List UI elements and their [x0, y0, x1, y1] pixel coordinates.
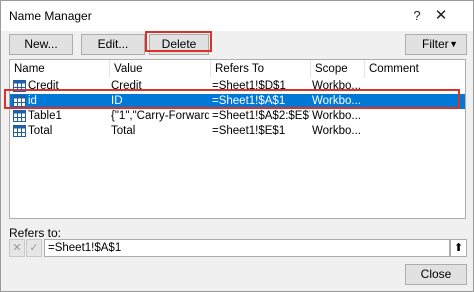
column-header-value[interactable]: Value	[110, 60, 211, 78]
title-bar: Name Manager ? ✕	[1, 1, 473, 31]
row-scope: Workbo...	[312, 110, 361, 122]
row-value: {"1","Carry-Forward"...	[111, 110, 209, 122]
row-scope: Workbo...	[312, 125, 361, 137]
column-header-name[interactable]: Name	[10, 60, 110, 78]
list-header: Name Value Refers To Scope Comment	[10, 60, 465, 78]
column-header-refers-to[interactable]: Refers To	[211, 60, 311, 78]
refers-to-bar: ✕ ✓ =Sheet1!$A$1 ⬆	[9, 239, 467, 257]
delete-button[interactable]: Delete	[149, 34, 209, 55]
names-list[interactable]: Name Value Refers To Scope Comment Credi…	[9, 59, 466, 219]
help-icon[interactable]: ?	[405, 5, 429, 27]
filter-button-label: Filter	[422, 37, 449, 51]
row-name: Credit	[28, 80, 59, 92]
new-button[interactable]: New...	[9, 34, 73, 55]
row-name: Table1	[28, 110, 62, 122]
cancel-icon[interactable]: ✕	[9, 239, 25, 257]
named-range-grid-icon	[13, 94, 27, 109]
filter-button[interactable]: Filter ▼	[405, 34, 467, 55]
row-value: Credit	[111, 80, 142, 92]
list-item[interactable]: id ID =Sheet1!$A$1 Workbo...	[10, 94, 465, 109]
column-header-scope[interactable]: Scope	[311, 60, 365, 78]
delete-button-label: Delete	[161, 37, 197, 51]
row-value: ID	[111, 95, 123, 107]
row-refers-to: =Sheet1!$E$1	[212, 125, 286, 137]
row-name: Total	[28, 125, 53, 137]
checkmark-icon[interactable]: ✓	[26, 239, 42, 257]
new-button-label: New...	[24, 37, 58, 51]
column-header-comment[interactable]: Comment	[365, 60, 465, 78]
row-refers-to: =Sheet1!$A$2:$E$7	[212, 110, 310, 122]
table-grid-icon	[13, 109, 27, 124]
refers-to-input[interactable]: =Sheet1!$A$1	[44, 239, 450, 257]
named-range-grid-icon	[13, 79, 27, 94]
edit-button[interactable]: Edit...	[81, 34, 145, 55]
list-item[interactable]: Table1 {"1","Carry-Forward"... =Sheet1!$…	[10, 109, 465, 124]
close-button-label: Close	[420, 267, 452, 281]
refers-to-label: Refers to:	[9, 226, 62, 240]
collapse-dialog-icon[interactable]: ⬆	[450, 239, 467, 257]
row-scope: Workbo...	[312, 80, 361, 92]
chevron-down-icon: ▼	[449, 39, 458, 49]
named-range-grid-icon	[13, 124, 27, 139]
close-button[interactable]: Close	[405, 264, 467, 285]
dialog-title: Name Manager	[9, 9, 92, 23]
row-name: id	[28, 95, 37, 107]
list-item[interactable]: Credit Credit =Sheet1!$D$1 Workbo...	[10, 79, 465, 94]
row-scope: Workbo...	[312, 95, 361, 107]
row-refers-to: =Sheet1!$A$1	[212, 95, 286, 107]
row-comment	[366, 94, 464, 109]
close-icon[interactable]: ✕	[429, 5, 453, 27]
row-comment	[366, 109, 464, 124]
row-refers-to: =Sheet1!$D$1	[212, 80, 286, 92]
edit-button-label: Edit...	[97, 37, 129, 51]
row-value: Total	[111, 125, 136, 137]
row-comment	[366, 124, 464, 139]
name-manager-dialog: Name Manager ? ✕ New... Edit... Delete F…	[0, 0, 474, 292]
row-comment	[366, 79, 464, 94]
list-item[interactable]: Total Total =Sheet1!$E$1 Workbo...	[10, 124, 465, 139]
